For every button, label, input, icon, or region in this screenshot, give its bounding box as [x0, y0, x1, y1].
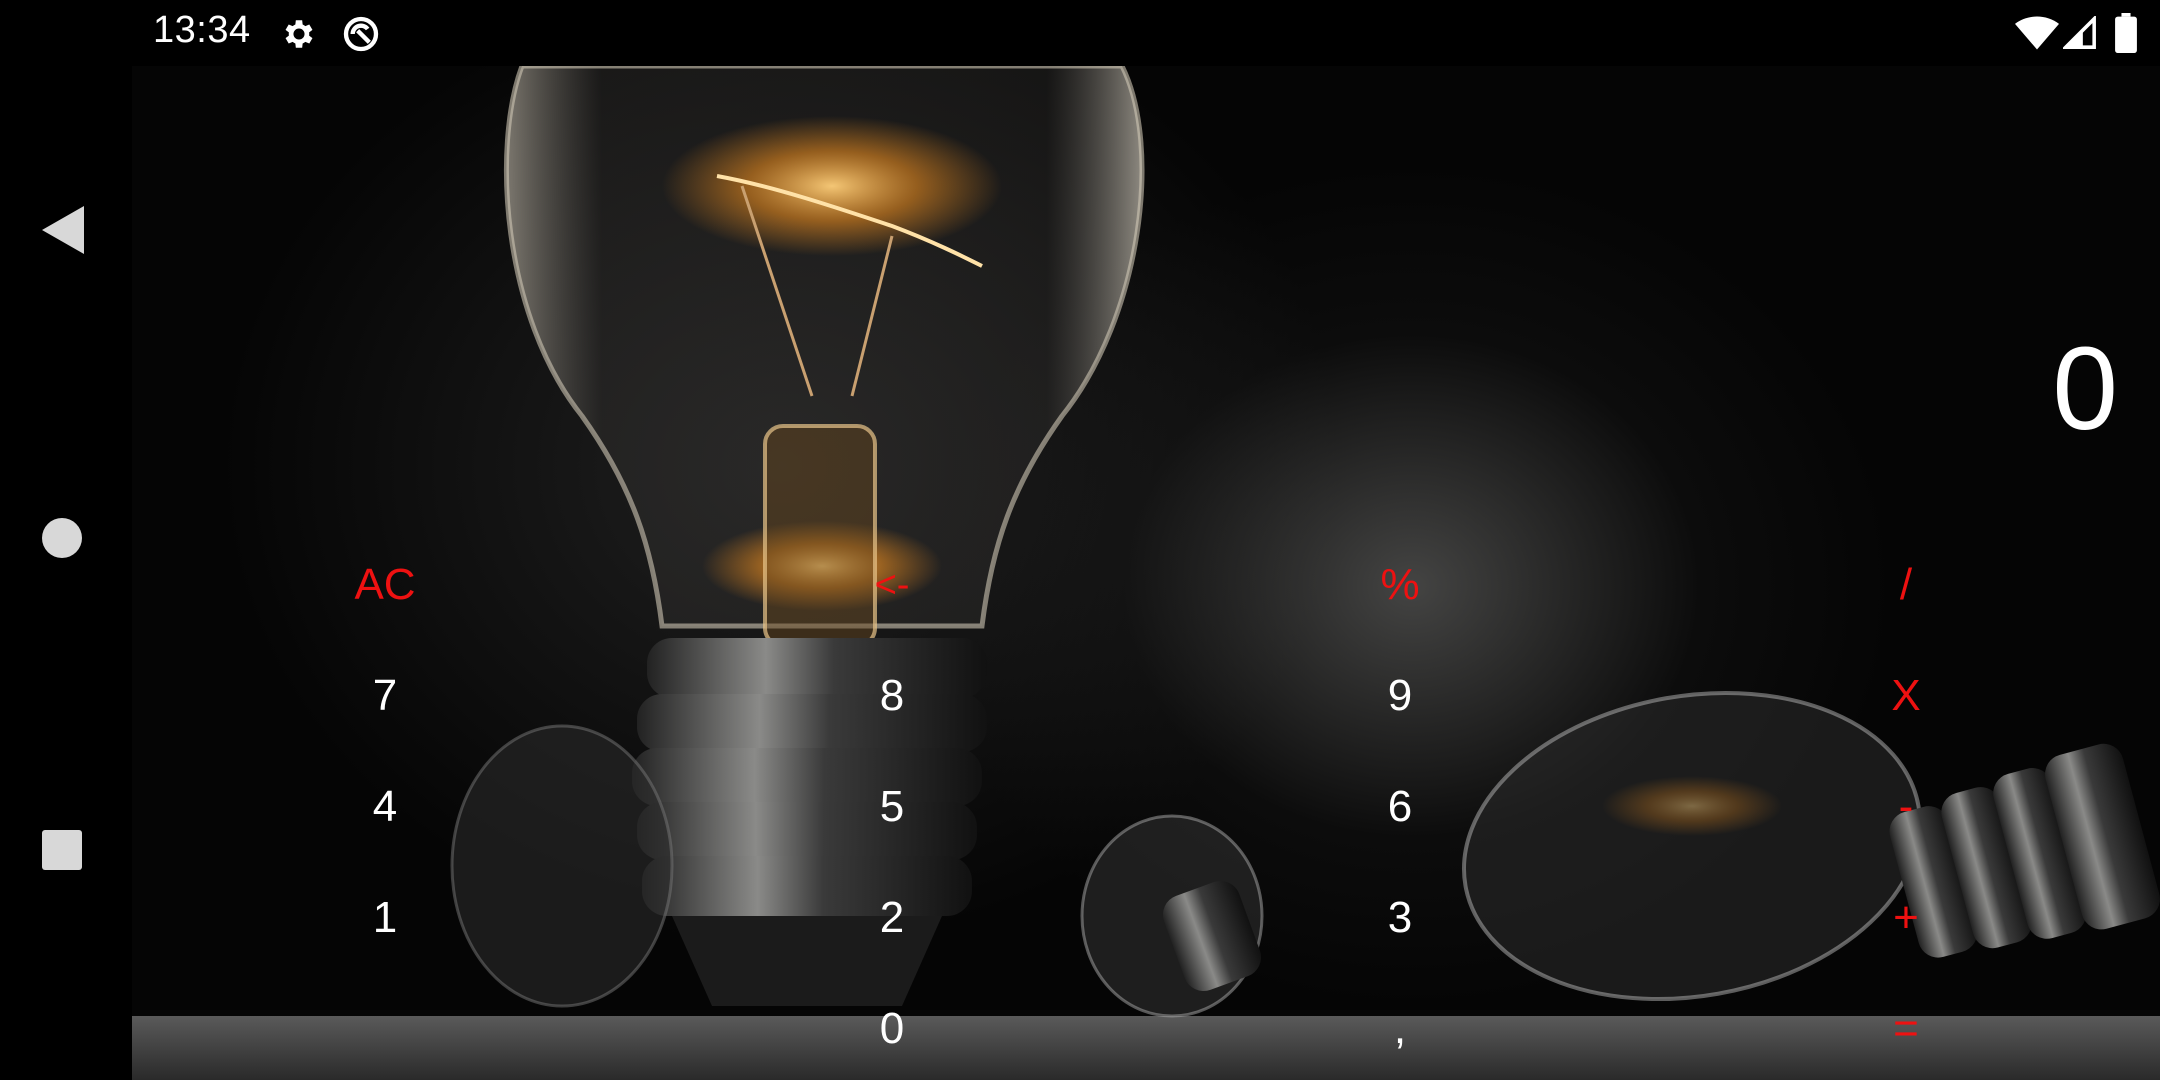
digit-2-button[interactable]: 2 — [822, 878, 962, 958]
minus-button[interactable]: - — [1836, 767, 1976, 847]
digit-0-button[interactable]: 0 — [822, 989, 962, 1069]
status-bar: 13:34 — [0, 0, 2160, 66]
sync-icon — [343, 16, 379, 52]
divide-button[interactable]: / — [1836, 545, 1976, 625]
digit-1-button[interactable]: 1 — [315, 878, 455, 958]
signal-icon — [2063, 16, 2096, 49]
home-circle-icon[interactable] — [40, 516, 84, 560]
status-time: 13:34 — [153, 9, 251, 51]
plus-button[interactable]: + — [1836, 878, 1976, 958]
back-triangle-icon[interactable] — [40, 204, 86, 256]
digit-7-button[interactable]: 7 — [315, 656, 455, 736]
recents-square-icon[interactable] — [40, 828, 84, 872]
battery-icon — [2115, 13, 2137, 53]
digit-8-button[interactable]: 8 — [822, 656, 962, 736]
clear-button[interactable]: AC — [315, 545, 455, 625]
backspace-button[interactable]: <- — [822, 545, 962, 625]
percent-button[interactable]: % — [1330, 545, 1470, 625]
navigation-bar — [0, 66, 132, 1080]
multiply-button[interactable]: X — [1836, 656, 1976, 736]
digit-5-button[interactable]: 5 — [822, 767, 962, 847]
wifi-icon — [2015, 16, 2059, 50]
digit-4-button[interactable]: 4 — [315, 767, 455, 847]
comma-button[interactable]: , — [1330, 989, 1470, 1069]
digit-9-button[interactable]: 9 — [1330, 656, 1470, 736]
digit-3-button[interactable]: 3 — [1330, 878, 1470, 958]
equals-button[interactable]: = — [1836, 989, 1976, 1069]
digit-6-button[interactable]: 6 — [1330, 767, 1470, 847]
calculator-display: 0 — [2052, 323, 2118, 455]
gear-icon — [285, 20, 313, 48]
calculator-screen: 13:34 0 AC <- % / 7 8 9 X 4 5 6 - 1 2 3 … — [0, 0, 2160, 1080]
